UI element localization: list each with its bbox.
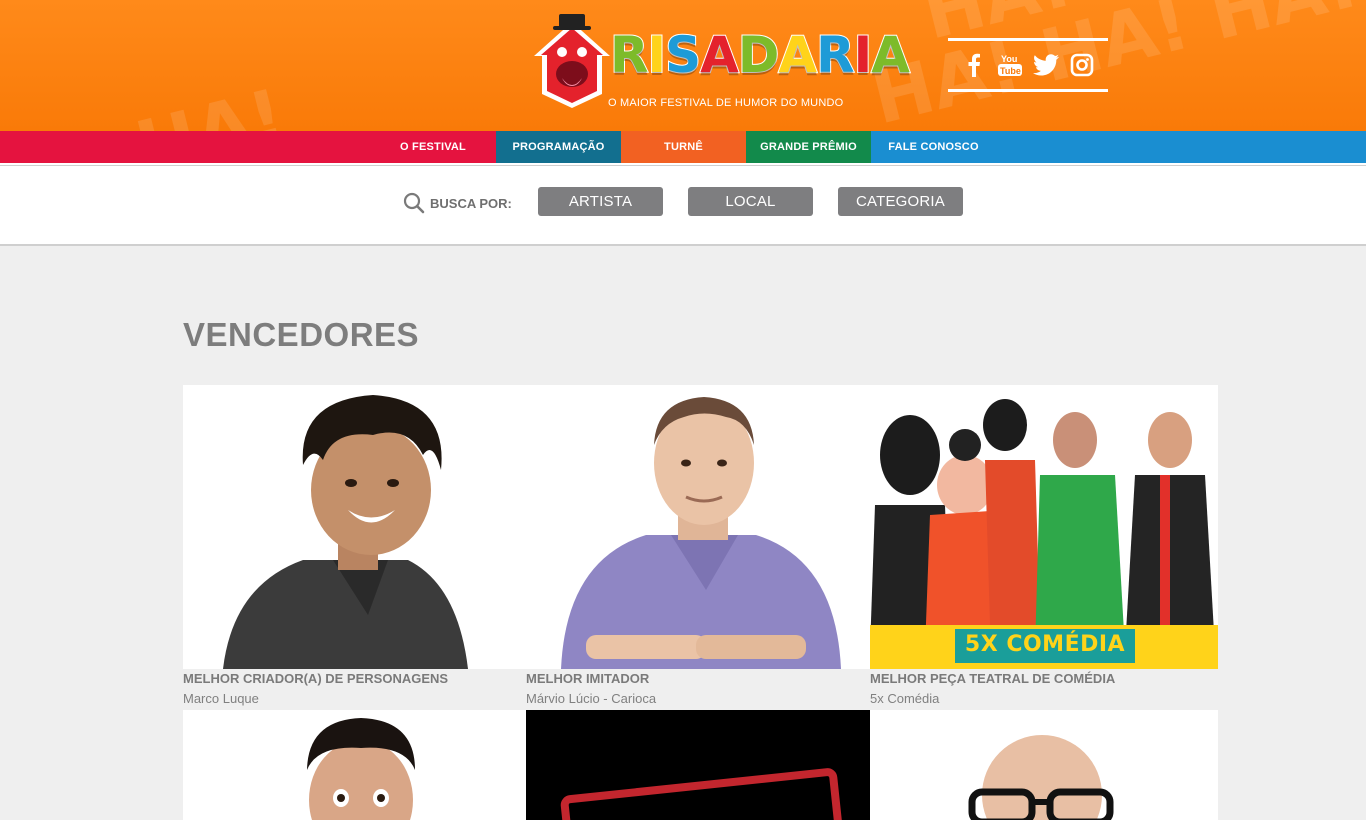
site-tagline: O MAIOR FESTIVAL DE HUMOR DO MUNDO bbox=[608, 97, 844, 109]
nav-item-festival[interactable]: O FESTIVAL bbox=[370, 131, 496, 163]
winner-card[interactable]: MELHOR CRIADOR(A) DE PERSONAGENS Marco L… bbox=[183, 385, 526, 710]
winner-card[interactable] bbox=[870, 710, 1218, 820]
logo-wordmark: RISADARIA bbox=[609, 26, 911, 84]
svg-text:Tube: Tube bbox=[1000, 66, 1021, 76]
main-nav: O FESTIVAL PROGRAMAÇÃO TURNÊ GRANDE PRÊM… bbox=[0, 131, 1366, 163]
winner-photo bbox=[183, 385, 526, 669]
site-logo[interactable]: RISADARIA O MAIOR FESTIVAL DE HUMOR DO M… bbox=[530, 8, 911, 112]
winner-photo bbox=[526, 710, 870, 820]
search-icon bbox=[403, 192, 425, 214]
search-artista-button[interactable]: ARTISTA bbox=[538, 187, 663, 216]
search-categoria-button[interactable]: CATEGORIA bbox=[838, 187, 963, 216]
facebook-icon[interactable] bbox=[961, 52, 987, 78]
poster-title: 5X COMÉDIA bbox=[964, 632, 1126, 657]
nav-item-turne[interactable]: TURNÊ bbox=[621, 131, 746, 163]
winner-card[interactable]: MELHOR IMITADOR Márvio Lúcio - Carioca bbox=[526, 385, 870, 710]
winner-card[interactable] bbox=[183, 710, 526, 820]
winner-category: MELHOR PEÇA TEATRAL DE COMÉDIA bbox=[870, 671, 1116, 686]
winner-photo bbox=[870, 710, 1218, 820]
site-header: HA! HA! HA! HA! HA! HA! HA! HA! HA! HA! … bbox=[0, 0, 1366, 131]
nav-item-fale-conosco[interactable]: FALE CONOSCO bbox=[871, 131, 996, 163]
winner-card[interactable]: 5X COMÉDIA MELHOR PEÇA TEATRAL DE COMÉDI… bbox=[870, 385, 1218, 710]
search-label: BUSCA POR: bbox=[430, 196, 512, 211]
nav-left-filler bbox=[0, 131, 370, 163]
svg-text:You: You bbox=[1001, 54, 1017, 64]
winner-photo bbox=[183, 710, 526, 820]
nav-item-programacao[interactable]: PROGRAMAÇÃO bbox=[496, 131, 621, 163]
winner-name: Marco Luque bbox=[183, 691, 259, 706]
instagram-icon[interactable] bbox=[1069, 52, 1095, 78]
winner-poster: 5X COMÉDIA bbox=[870, 385, 1218, 669]
search-local-button[interactable]: LOCAL bbox=[688, 187, 813, 216]
winner-card[interactable] bbox=[526, 710, 870, 820]
svg-text:HA! HA!: HA! HA! bbox=[0, 73, 293, 131]
youtube-icon[interactable]: You Tube bbox=[997, 52, 1023, 78]
winner-category: MELHOR CRIADOR(A) DE PERSONAGENS bbox=[183, 671, 449, 686]
winner-photo bbox=[526, 385, 870, 669]
twitter-icon[interactable] bbox=[1033, 52, 1059, 78]
nav-item-grande-premio[interactable]: GRANDE PRÊMIO bbox=[746, 131, 871, 163]
svg-text:HA! HA! HA!: HA! HA! HA! bbox=[864, 0, 1366, 131]
page-title: VENCEDORES bbox=[183, 316, 420, 353]
winner-name: Márvio Lúcio - Carioca bbox=[526, 691, 657, 706]
winner-category: MELHOR IMITADOR bbox=[526, 671, 650, 686]
nav-right-filler bbox=[996, 131, 1366, 163]
winner-name: 5x Comédia bbox=[870, 691, 940, 706]
search-bar: BUSCA POR: ARTISTA LOCAL CATEGORIA bbox=[0, 166, 1366, 246]
social-links: You Tube bbox=[948, 38, 1108, 92]
logo-mascot-icon bbox=[534, 14, 610, 108]
